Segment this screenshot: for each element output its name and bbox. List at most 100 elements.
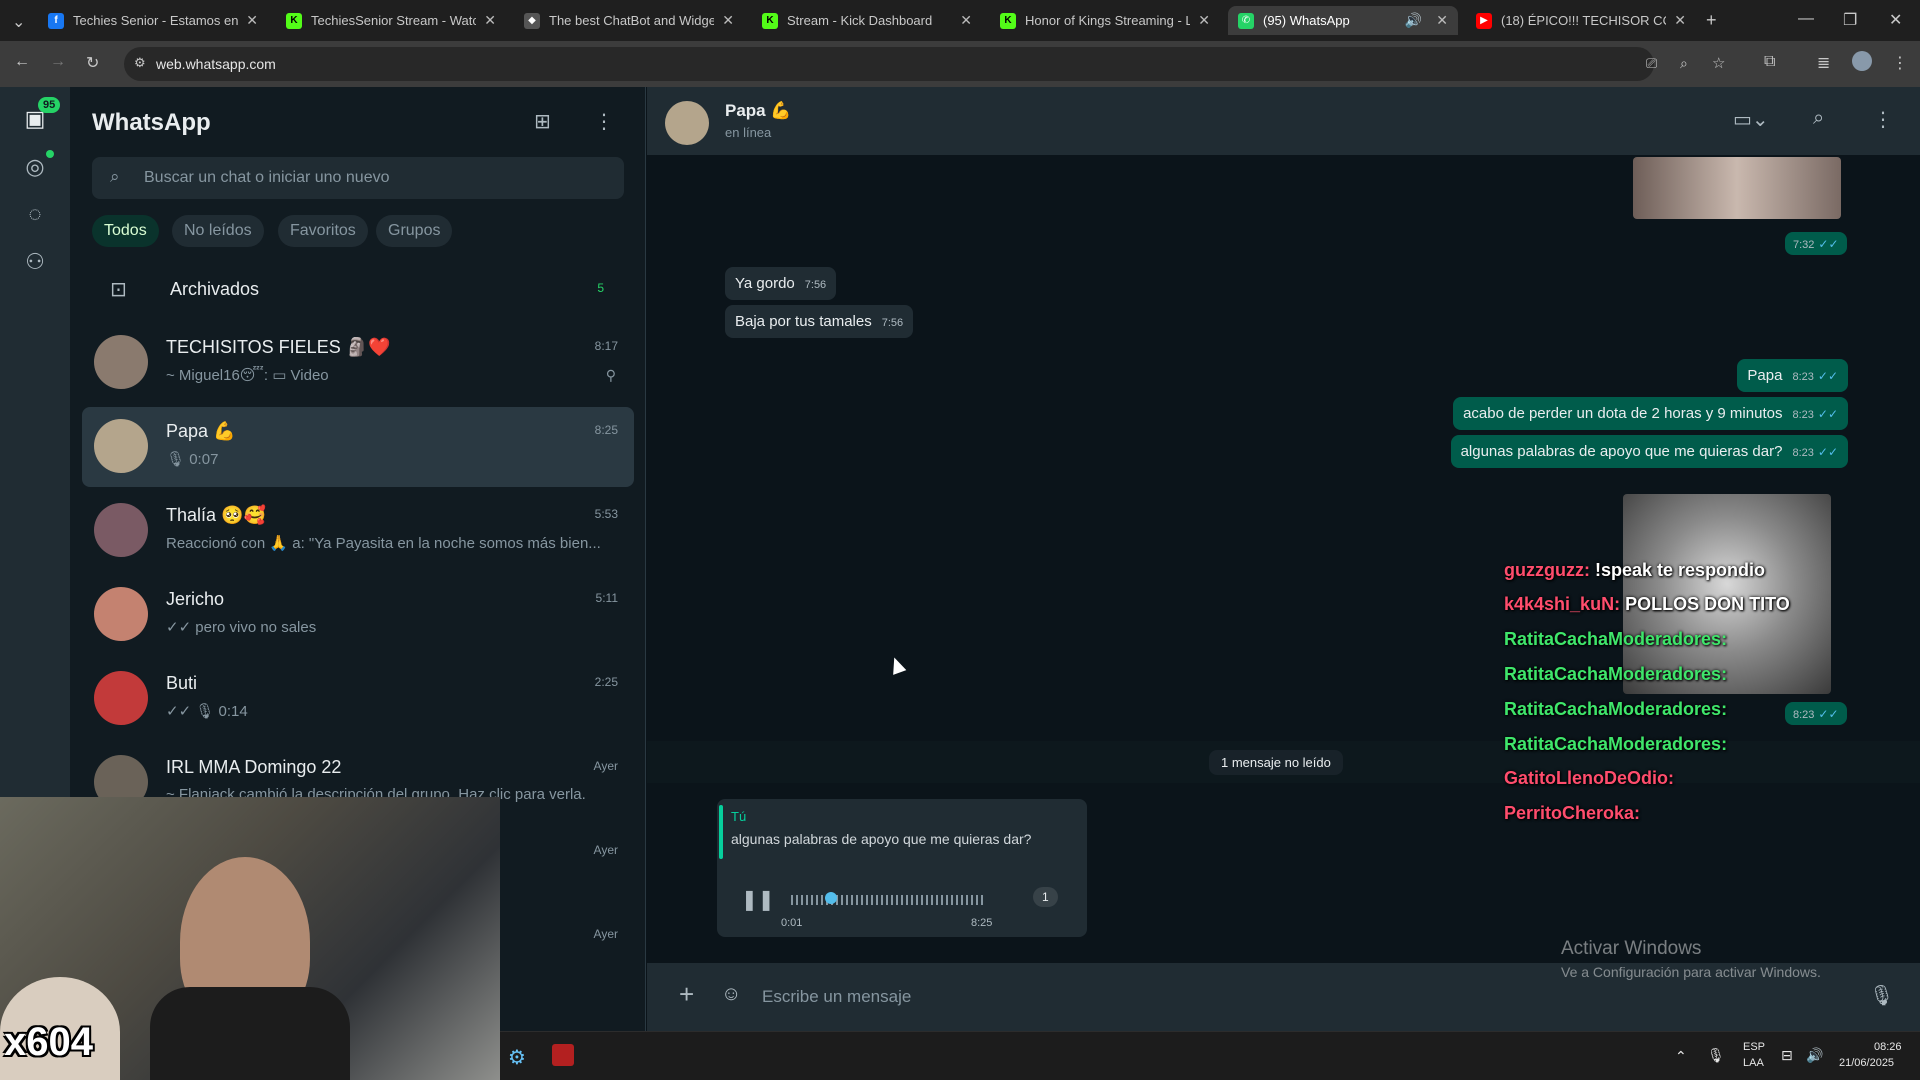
playback-speed-button[interactable]: 1 [1033, 887, 1058, 907]
chat-row-buti[interactable]: Buti ✓✓ 🎙 0:14 2:25 [82, 659, 634, 739]
reload-icon[interactable]: ↻ [86, 53, 99, 73]
message-out[interactable]: Papa 8:23 ✓✓ [1737, 359, 1848, 392]
new-tab-icon[interactable]: + [1706, 10, 1717, 31]
overlay-user: k4k4shi_kuN: [1504, 594, 1621, 614]
chat-row-thalia[interactable]: Thalía 🥺🥰 Reaccionó con 🙏 a: "Ya Payasit… [82, 491, 634, 571]
browser-tab-5[interactable]: K Honor of Kings Streaming - Liv ✕ [990, 6, 1220, 35]
pause-icon[interactable]: ❚❚ [741, 887, 775, 912]
browser-tab-2[interactable]: K TechiesSenior Stream - Watch L ✕ [276, 6, 506, 35]
back-icon[interactable]: ← [14, 53, 30, 71]
read-ticks-icon: ✓✓ [1817, 407, 1838, 421]
browser-tab-1[interactable]: f Techies Senior - Estamos en pa ✕ [38, 6, 268, 35]
omnibox[interactable]: ⚙ web.whatsapp.com ⎚ ⌕ ☆ [124, 47, 1725, 81]
communities-icon[interactable]: ⚇ [21, 248, 49, 276]
chat-time: Ayer [593, 927, 618, 941]
extensions-icon[interactable]: ⧉ [1764, 53, 1775, 71]
message-in[interactable]: Ya gordo 7:56 [725, 267, 837, 300]
status-icon[interactable]: ◎ [21, 153, 49, 181]
message-out[interactable]: acabo de perder un dota de 2 horas y 9 m… [1453, 397, 1848, 430]
channels-icon[interactable]: ◌ [21, 200, 49, 228]
speaker-icon[interactable]: 🔊 [1405, 12, 1422, 29]
chat-header[interactable]: Papa 💪 en línea ▭⌄ ⌕ ⋮ [647, 87, 1920, 155]
overlay-msg: !speak te respondio [1595, 560, 1766, 580]
media-icon[interactable]: ≣ [1817, 53, 1830, 73]
activate-windows-subtitle: Ve a Configuración para activar Windows. [1561, 964, 1821, 980]
filter-grupos[interactable]: Grupos [376, 215, 453, 247]
network-icon[interactable]: ⊟ [1781, 1047, 1793, 1064]
message-placeholder: Escribe un mensaje [762, 987, 912, 1006]
archived-row[interactable]: ⊡ Archivados 5 [82, 265, 634, 317]
install-icon[interactable]: ⎚ [1646, 55, 1657, 72]
close-tab-icon[interactable]: ✕ [484, 12, 496, 29]
close-tab-icon[interactable]: ✕ [1674, 12, 1686, 29]
keyboard-layout[interactable]: LAA [1743, 1057, 1764, 1069]
menu-icon[interactable]: ⋮ [594, 109, 614, 134]
volume-icon[interactable]: 🔊 [1806, 1047, 1823, 1064]
filter-no-leidos[interactable]: No leídos [172, 215, 264, 247]
overlay-chat-line: RatitaCachaModeradores: [1504, 629, 1727, 650]
clock-date[interactable]: 21/06/2025 [1839, 1057, 1894, 1069]
tray-expand-icon[interactable]: ⌃ [1675, 1048, 1687, 1065]
voice-message[interactable]: Tú algunas palabras de apoyo que me quie… [717, 799, 1087, 937]
chat-preview: ✓✓ 🎙 0:14 [166, 703, 248, 720]
zoom-icon[interactable]: ⌕ [1680, 55, 1688, 72]
waveform[interactable] [791, 895, 985, 905]
unread-label: 1 mensaje no leído [1209, 750, 1343, 775]
browser-tab-3[interactable]: ◆ The best ChatBot and Widgets ✕ [514, 6, 744, 35]
minimize-icon[interactable]: — [1798, 10, 1814, 28]
chat-row-papa[interactable]: Papa 💪 🎙 0:07 8:25 [82, 407, 634, 487]
close-tab-icon[interactable]: ✕ [722, 12, 734, 29]
chat-row-jericho[interactable]: Jericho ✓✓ pero vivo no sales 5:11 [82, 575, 634, 655]
message-text: acabo de perder un dota de 2 horas y 9 m… [1463, 405, 1783, 422]
video-call-icon[interactable]: ▭⌄ [1733, 107, 1769, 132]
browser-tab-4[interactable]: K Stream - Kick Dashboard ✕ [752, 6, 982, 35]
mic-icon[interactable]: 🎙 [1869, 983, 1894, 1008]
forward-icon[interactable]: → [50, 53, 66, 71]
search-icon[interactable]: ⌕ [1813, 107, 1824, 130]
tab-title: Honor of Kings Streaming - Liv [1025, 13, 1191, 28]
sticker-timestamp: 8:23 ✓✓ [1785, 702, 1847, 725]
browser-tab-7[interactable]: ▶ (18) ÉPICO!!! TECHISOR CON TE ✕ [1466, 6, 1696, 35]
emoji-icon[interactable]: ☺ [721, 983, 741, 1006]
message-out[interactable]: algunas palabras de apoyo que me quieras… [1450, 435, 1848, 468]
language-code[interactable]: ESP [1743, 1041, 1765, 1053]
chat-time: Ayer [593, 843, 618, 857]
menu-icon[interactable]: ⋮ [1873, 107, 1893, 132]
chat-row-techisitos[interactable]: TECHISITOS FIELES 🗿❤️ ~ Miguel16😴: ▭ Vid… [82, 323, 634, 403]
close-tab-icon[interactable]: ✕ [1198, 12, 1210, 29]
bookmark-star-icon[interactable]: ☆ [1712, 54, 1725, 72]
close-tab-icon[interactable]: ✕ [246, 12, 258, 29]
overlay-chat-line: PerritoCheroka: [1504, 803, 1640, 824]
steam-icon[interactable]: ⚙ [508, 1045, 526, 1070]
site-info-icon[interactable]: ⚙ [134, 55, 146, 71]
contact-avatar[interactable] [665, 101, 709, 145]
dota-icon[interactable] [552, 1044, 574, 1066]
search-input[interactable]: ⌕ Buscar un chat o iniciar uno nuevo [92, 157, 624, 199]
message-in[interactable]: Baja por tus tamales 7:56 [725, 305, 914, 338]
playhead[interactable] [825, 892, 837, 904]
new-chat-icon[interactable]: ⊞ [534, 109, 551, 134]
close-tab-icon[interactable]: ✕ [1436, 12, 1448, 29]
chat-time: 8:17 [594, 339, 618, 353]
overlay-user: PerritoCheroka: [1504, 803, 1641, 823]
mic-tray-icon[interactable]: 🎙 [1707, 1047, 1725, 1064]
clock-time[interactable]: 08:26 [1874, 1041, 1902, 1053]
read-ticks-icon: ✓✓ [1817, 369, 1838, 383]
tab-title: Stream - Kick Dashboard [787, 13, 933, 28]
overlay-user: GatitoLlenoDeOdio: [1504, 768, 1674, 788]
window-close-icon[interactable]: ✕ [1889, 10, 1902, 30]
browser-tab-whatsapp[interactable]: ✆ (95) WhatsApp 🔊 ✕ [1228, 6, 1458, 35]
tab-title: (95) WhatsApp [1263, 13, 1350, 28]
avatar [94, 503, 148, 557]
filter-favoritos[interactable]: Favoritos [278, 215, 368, 247]
close-tab-icon[interactable]: ✕ [960, 12, 972, 29]
restore-icon[interactable]: ❐ [1843, 10, 1857, 30]
image-message-top[interactable] [1633, 157, 1841, 219]
tab-search-icon[interactable]: ⌄ [12, 12, 25, 32]
attach-plus-icon[interactable]: + [679, 979, 694, 1010]
kick-icon: K [286, 12, 302, 29]
browser-menu-icon[interactable]: ⋮ [1892, 53, 1908, 73]
profile-avatar[interactable] [1852, 51, 1872, 71]
message-input[interactable] [749, 973, 1849, 1021]
filter-todos[interactable]: Todos [92, 215, 159, 247]
